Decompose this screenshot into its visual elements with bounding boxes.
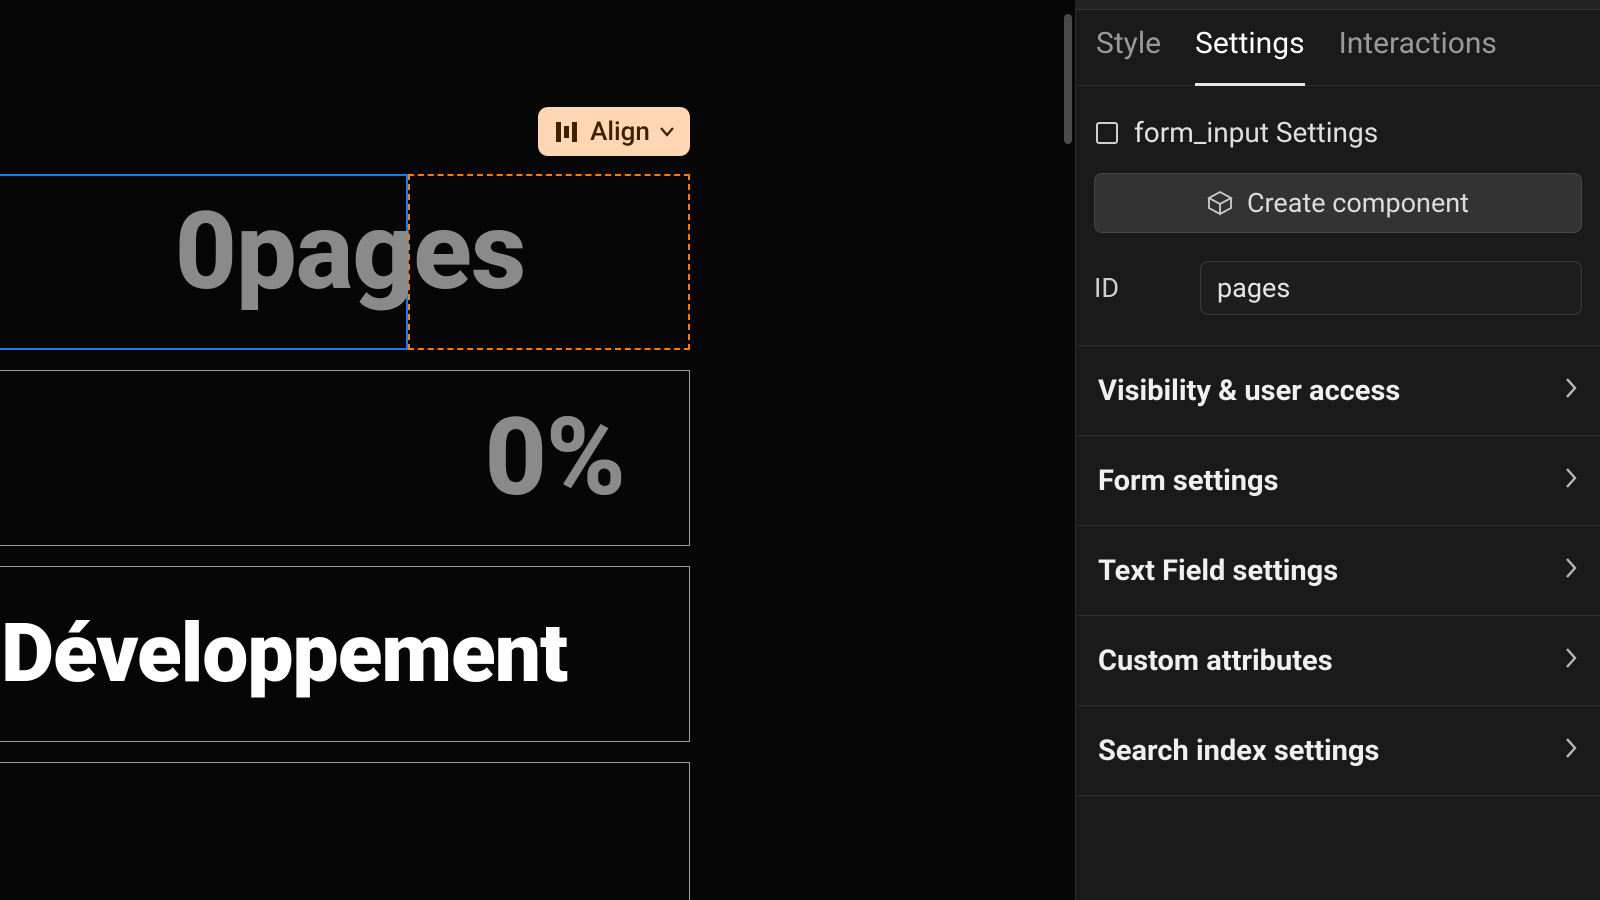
canvas-block-text: 0% <box>485 395 625 521</box>
chevron-right-icon <box>1564 647 1578 675</box>
canvas-scrollbar[interactable] <box>1064 14 1072 900</box>
row-visibility[interactable]: Visibility & user access <box>1076 346 1600 436</box>
row-text-field-settings[interactable]: Text Field settings <box>1076 526 1600 616</box>
settings-section-title: form_input Settings <box>1134 116 1378 149</box>
design-canvas[interactable]: Align 0pages 0% Développement <box>0 0 1075 900</box>
canvas-block-percent[interactable]: 0% <box>0 370 690 546</box>
tab-style[interactable]: Style <box>1096 12 1161 85</box>
row-search-index-settings[interactable]: Search index settings <box>1076 706 1600 796</box>
align-button[interactable]: Align <box>538 107 690 156</box>
chevron-right-icon <box>1564 737 1578 765</box>
id-input[interactable] <box>1200 261 1582 315</box>
chevron-right-icon <box>1564 467 1578 495</box>
tab-interactions[interactable]: Interactions <box>1339 12 1497 85</box>
canvas-block-pages[interactable]: 0pages <box>0 174 690 350</box>
chevron-right-icon <box>1564 377 1578 405</box>
settings-section-header: form_input Settings <box>1076 86 1600 173</box>
align-icon <box>554 120 580 144</box>
row-label: Visibility & user access <box>1098 374 1400 408</box>
canvas-block-developpement[interactable]: Développement <box>0 566 690 742</box>
canvas-block-empty[interactable] <box>0 762 690 900</box>
chevron-right-icon <box>1564 557 1578 585</box>
row-label: Custom attributes <box>1098 644 1333 678</box>
id-row: ID <box>1076 233 1600 346</box>
tab-settings[interactable]: Settings <box>1195 12 1305 85</box>
id-label: ID <box>1094 272 1190 304</box>
form-input-icon <box>1096 122 1118 144</box>
create-component-label: Create component <box>1247 187 1469 219</box>
cube-icon <box>1207 190 1233 216</box>
row-label: Search index settings <box>1098 734 1379 768</box>
align-label: Align <box>590 117 650 147</box>
canvas-block-text: 0pages <box>0 189 720 315</box>
inspector-panel: Style Settings Interactions form_input S… <box>1075 0 1600 900</box>
row-label: Text Field settings <box>1098 554 1338 588</box>
canvas-block-text: Développement <box>1 606 567 702</box>
canvas-scrollbar-thumb[interactable] <box>1064 14 1072 144</box>
create-component-button[interactable]: Create component <box>1094 173 1582 233</box>
row-label: Form settings <box>1098 464 1279 498</box>
inspector-tabs: Style Settings Interactions <box>1076 12 1600 86</box>
row-custom-attributes[interactable]: Custom attributes <box>1076 616 1600 706</box>
row-form-settings[interactable]: Form settings <box>1076 436 1600 526</box>
chevron-down-icon <box>660 127 674 137</box>
